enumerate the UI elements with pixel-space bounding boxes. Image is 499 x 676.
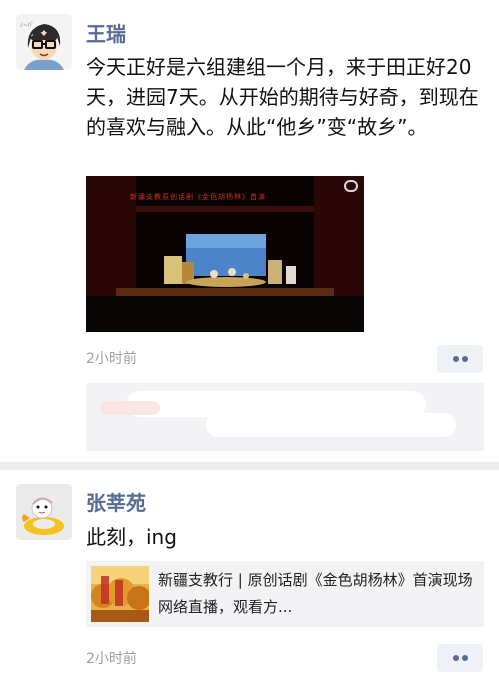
post-timestamp: 2小时前 <box>86 651 137 667</box>
article-thumbnail <box>91 566 149 622</box>
post-text: 此刻，ing <box>86 525 177 549</box>
more-actions-button[interactable] <box>437 644 483 672</box>
dot-icon <box>453 356 459 362</box>
dot-icon <box>462 356 468 362</box>
post-timestamp: 2小时前 <box>86 351 137 367</box>
author-avatar[interactable]: ﾉ~ﾊﾞ <box>16 14 72 70</box>
heart-icon <box>100 401 160 415</box>
dot-icon <box>462 655 468 661</box>
svg-text:ﾉ~ﾊﾞ: ﾉ~ﾊﾞ <box>20 22 34 29</box>
more-actions-button[interactable] <box>437 345 483 373</box>
article-title: 新疆支教行 | 原创话剧《金色胡杨林》首演现场网络直播，观看方... <box>158 571 473 616</box>
author-name[interactable]: 王瑞 <box>86 21 126 47</box>
moment-post: ﾉ~ﾊﾞ 王瑞 今天正好是六组建组一个月，来于田正好20天，进园7天。从开始的期… <box>0 0 499 470</box>
author-name[interactable]: 张莘苑 <box>86 490 146 516</box>
poplar-forest-image <box>91 566 149 622</box>
video-caption: 新疆支教原创话剧《金色胡杨林》首演 <box>130 193 266 201</box>
moments-feed: ﾉ~ﾊﾞ 王瑞 今天正好是六组建组一个月，来于田正好20天，进园7天。从开始的期… <box>0 0 499 676</box>
post-divider <box>0 462 499 470</box>
moment-post: 张莘苑 此刻，ing 新疆支教行 | 原创话剧《金色胡杨林》首演现场网络直播，观… <box>0 470 499 676</box>
author-avatar[interactable] <box>16 484 72 540</box>
redacted-comment <box>206 413 456 437</box>
video-badge-icon <box>344 180 358 192</box>
comments-area <box>86 383 484 451</box>
video-thumbnail[interactable]: 新疆支教原创话剧《金色胡杨林》首演 <box>86 176 364 332</box>
duck-float-avatar-icon <box>16 484 72 540</box>
shared-article-card[interactable]: 新疆支教行 | 原创话剧《金色胡杨林》首演现场网络直播，观看方... <box>86 561 484 627</box>
post-text: 今天正好是六组建组一个月，来于田正好20天，进园7天。从开始的期待与好奇，到现在… <box>86 55 479 139</box>
cartoon-glasses-avatar-icon: ﾉ~ﾊﾞ <box>16 14 72 70</box>
dot-icon <box>453 655 459 661</box>
